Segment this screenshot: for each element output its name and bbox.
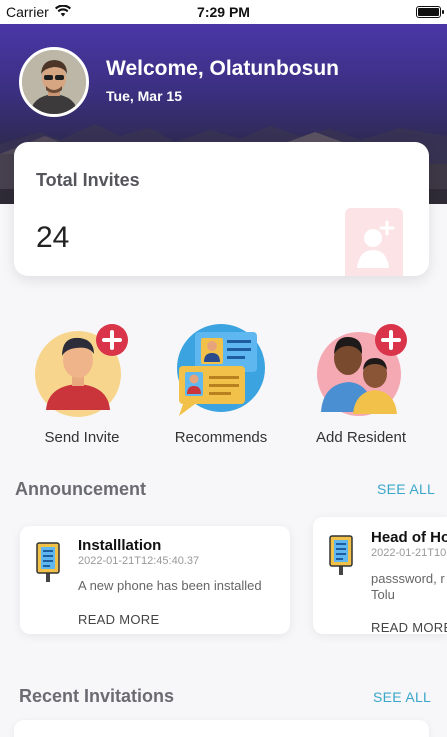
notice-board-icon [329,535,353,575]
announcement-item-title: Head of Ho [371,529,447,546]
add-resident-action[interactable]: Add Resident [296,322,426,446]
status-time: 7:29 PM [197,4,250,20]
add-user-icon [345,208,403,276]
quick-actions: Send Invite Recommends Add Resident [0,322,447,452]
recommends-action[interactable]: Recommends [156,322,286,446]
recent-see-all-link[interactable]: SEE ALL [373,689,431,705]
recommends-label: Recommends [174,429,268,446]
status-right [291,6,444,18]
announcement-see-all-link[interactable]: SEE ALL [377,481,435,497]
battery-icon [416,6,444,18]
add-resident-icon [317,322,407,416]
total-invites-title: Total Invites [36,170,140,190]
status-left: Carrier [6,4,156,20]
announcement-item-body: passsword, r [371,571,445,586]
announcement-item-title: Installlation [78,537,162,554]
announcement-card[interactable]: Installlation 2022-01-21T12:45:40.37 A n… [20,526,290,634]
send-invite-icon [35,322,128,417]
announcement-card[interactable]: Head of Ho 2022-01-21T10 passsword, r To… [313,517,447,634]
wifi-icon [54,4,71,20]
avatar[interactable] [19,47,89,117]
announcement-item-date: 2022-01-21T12:45:40.37 [78,555,200,567]
announcement-title: Announcement [15,479,147,499]
announcement-item-body: A new phone has been installed [78,578,262,593]
add-resident-label: Add Resident [315,429,407,446]
notice-board-icon [36,542,60,582]
user-photo-icon [22,50,86,114]
read-more-link[interactable]: READ MORE [371,620,447,634]
send-invite-label: Send Invite [44,429,120,446]
send-invite-action[interactable]: Send Invite [17,322,147,446]
recent-invitations-title: Recent Invitations [19,686,175,706]
date-text: Tue, Mar 15 [106,88,182,104]
welcome-text: Welcome, Olatunbosun [106,57,339,80]
announcement-item-body-line2: Tolu [371,587,395,602]
total-invites-count: 24 [36,221,70,254]
recommends-icon [177,322,265,416]
read-more-link[interactable]: READ MORE [78,612,159,627]
announcement-item-date: 2022-01-21T10 [371,547,447,559]
carrier-label: Carrier [6,4,49,20]
status-bar: Carrier 7:29 PM [0,0,447,24]
recent-invitation-card[interactable] [14,720,429,737]
total-invites-card[interactable]: Total Invites 24 [14,142,429,276]
